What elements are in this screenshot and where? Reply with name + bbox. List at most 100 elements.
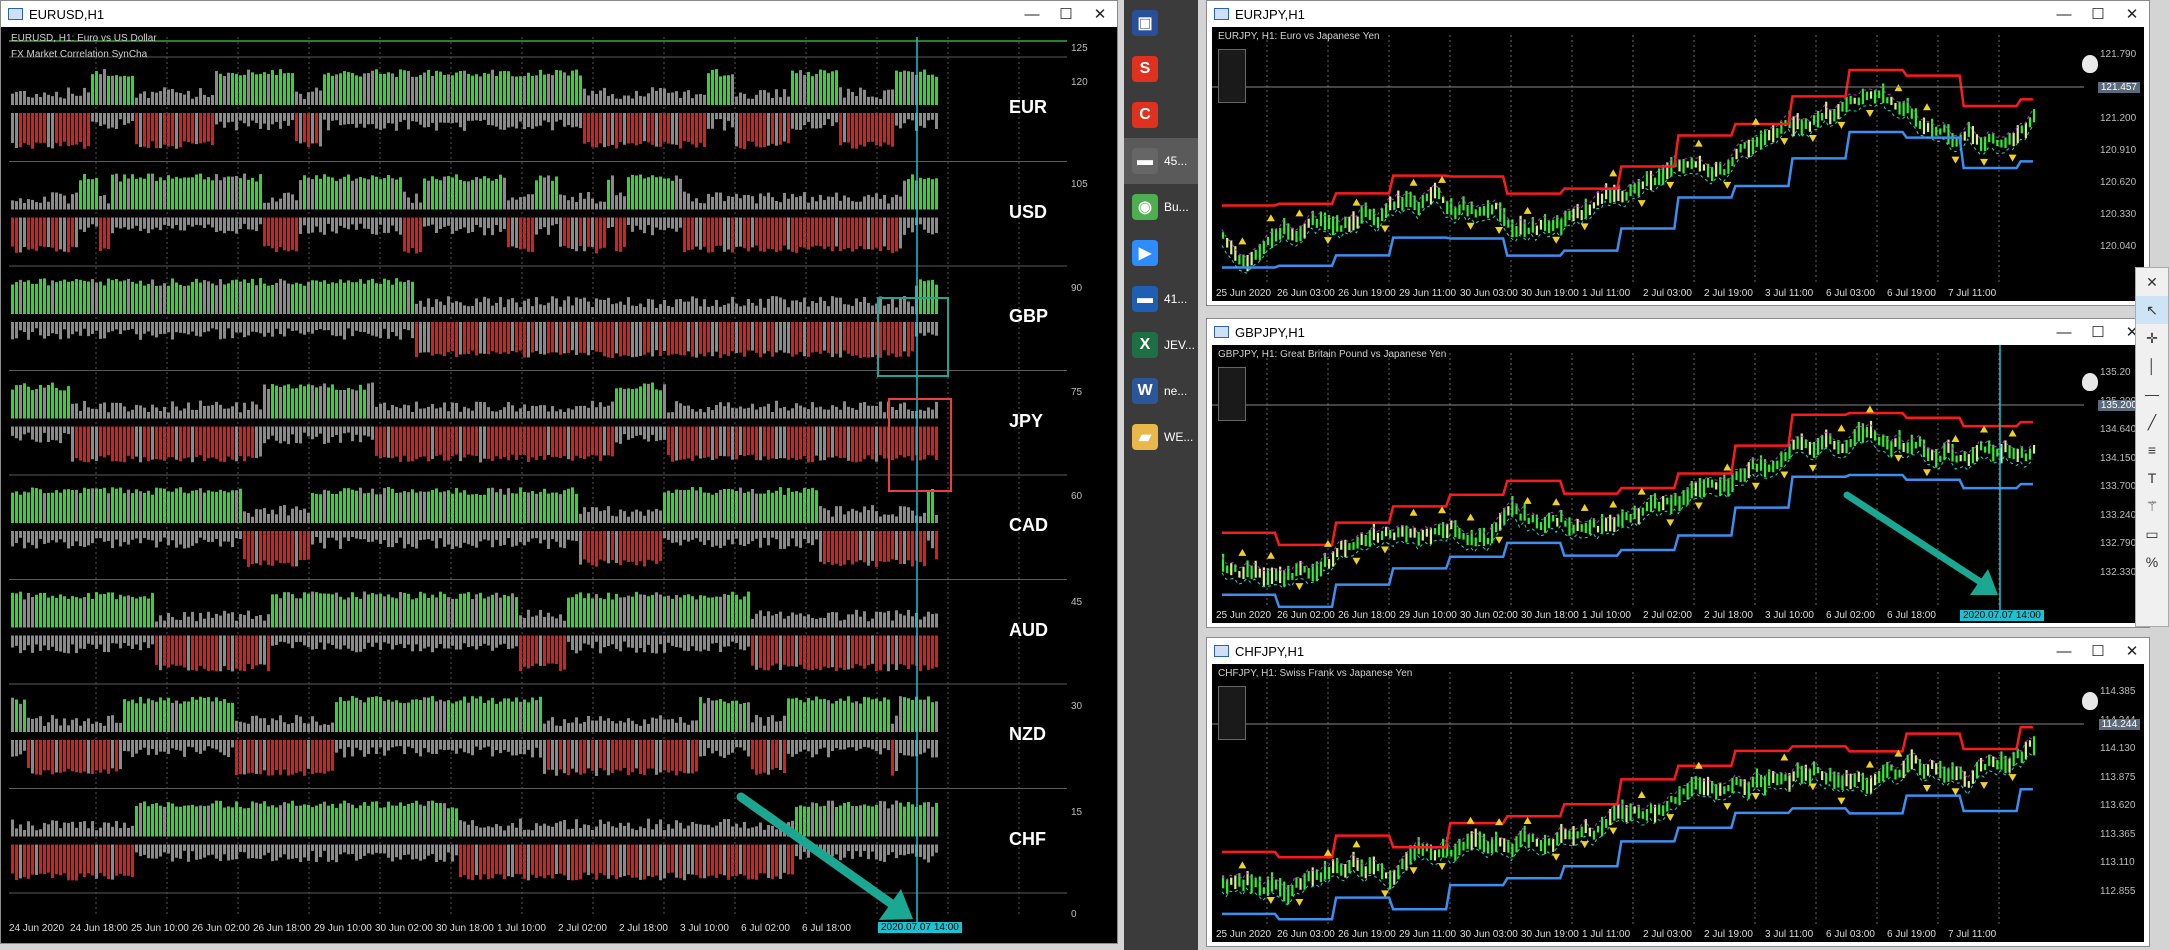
taskbar-item[interactable]: S [1124,46,1198,92]
neutral-bar [599,635,602,654]
correlation-chart[interactable]: EURUSD, H1: Euro vs US Dollar FX Market … [1,27,1117,943]
chart-window-0[interactable]: EURJPY,H1— ☐ ✕ EURJPY, H1: Euro vs Japanese… [1206,0,2150,306]
correlation-bar [803,322,806,357]
neutral-bar [407,322,410,331]
neutral-bar [131,825,134,837]
trend-line-icon[interactable]: ╱ [2136,408,2168,436]
maximize-button[interactable]: ☐ [1049,1,1083,27]
neutral-bar [795,113,798,130]
neutral-bar [547,113,550,123]
close-button[interactable]: ✕ [2115,638,2149,664]
candle [1348,859,1351,874]
crosshair-tool-icon[interactable]: ✛ [2136,324,2168,352]
taskbar-item[interactable]: C [1124,92,1198,138]
correlation-bar [419,217,422,253]
correlation-bar [151,804,154,837]
candle [1295,230,1298,243]
taskbar-item[interactable]: X JEV... [1124,322,1198,368]
window-titlebar[interactable]: EURUSD,H1 — ☐ ✕ [1,1,1117,27]
correlation-bar [771,844,774,880]
neutral-bar [555,298,558,314]
gann-tool-icon[interactable]: ⚚ [2136,492,2168,520]
taskbar-item[interactable]: ▬ 41... [1124,276,1198,322]
close-button[interactable]: ✕ [2115,1,2149,27]
rectangle-tool-icon[interactable]: ▭ [2136,520,2168,548]
correlation-bar [875,804,878,837]
vertical-line-icon[interactable]: │ [2136,352,2168,380]
correlation-bar [579,322,582,353]
window-titlebar[interactable]: CHFJPY,H1— ☐ ✕ [1207,638,2149,664]
correlation-bar [739,426,742,456]
neutral-bar [15,828,18,837]
price-chart[interactable]: EURJPY, H1: Euro vs Japanese Yen 121.790 1… [1212,27,2144,301]
neutral-bar [191,98,194,105]
correlation-bar [487,488,490,523]
neutral-bar [903,217,906,235]
neutral-bar [579,298,582,314]
price-scale-label: 60 [1071,491,1083,502]
taskbar-item[interactable]: ▣ [1124,0,1198,46]
correlation-bar [203,806,206,837]
candle [1527,517,1530,525]
crosshair-link-button[interactable] [1218,686,1246,740]
chart-window-1[interactable]: GBPJPY,H1— ☐ ✕ GBPJPY, H1: Great Britain Po… [1206,318,2150,628]
correlation-bar [315,175,318,210]
neutral-bar [479,113,482,121]
neutral-bar [859,512,862,523]
taskbar-item[interactable]: ▰ WE... [1124,414,1198,460]
taskbar-item[interactable]: ◉ Bu... [1124,184,1198,230]
taskbar-item[interactable]: Wne... [1124,368,1198,414]
horizontal-line-icon[interactable]: — [2136,380,2168,408]
neutral-bar [287,724,290,732]
maximize-button[interactable]: ☐ [2081,319,2115,345]
correlation-bar [383,701,386,732]
neutral-bar [691,720,694,732]
correlation-bar [43,740,46,771]
minimize-button[interactable]: — [2047,319,2081,345]
correlation-bar [231,73,234,105]
correlation-bar [67,489,70,523]
text-tool-icon[interactable]: T [2136,464,2168,492]
neutral-bar [119,828,122,837]
shapes-tool-icon[interactable]: % [2136,548,2168,576]
chart-window-2[interactable]: CHFJPY,H1— ☐ ✕ CHFJPY, H1: Swiss Frank vs J… [1206,637,2150,947]
close-icon[interactable]: ✕ [2136,268,2168,296]
candle [1429,187,1433,205]
maximize-button[interactable]: ☐ [2081,638,2115,664]
correlation-bar [711,494,714,523]
neutral-bar [39,635,42,651]
price-chart[interactable]: GBPJPY, H1: Great Britain Pound vs Japan… [1212,345,2144,623]
correlation-bar [571,322,574,351]
cursor-tool-icon[interactable]: ↖ [2136,296,2168,324]
crosshair-link-button[interactable] [1218,49,1246,103]
minimize-button[interactable]: — [2047,1,2081,27]
neutral-bar [419,740,422,757]
minimize-button[interactable]: — [2047,638,2081,664]
neutral-bar [255,217,258,232]
neutral-bar [35,718,38,732]
price-chart[interactable]: CHFJPY, H1: Swiss Frank vs Japanese Yen 1… [1212,664,2144,942]
candle [1222,553,1225,572]
neutral-bar [411,411,414,419]
neutral-bar [163,531,166,538]
window-titlebar[interactable]: EURJPY,H1— ☐ ✕ [1207,1,2149,27]
correlation-bars-svg [9,37,1067,922]
neutral-bar [927,322,930,333]
taskbar-item[interactable]: ▬ 45... [1124,138,1198,184]
correlation-bar [471,426,474,456]
neutral-bar [867,621,870,628]
close-button[interactable]: ✕ [1083,1,1117,27]
correlation-bar [723,701,726,732]
eurusd-chart-window[interactable]: EURUSD,H1 — ☐ ✕ EURUSD, H1: Euro vs US D… [0,0,1118,944]
neutral-bar [619,635,622,652]
correlation-bar [767,740,770,775]
crosshair-link-button[interactable] [1218,367,1246,421]
minimize-button[interactable]: — [1015,1,1049,27]
window-titlebar[interactable]: GBPJPY,H1— ☐ ✕ [1207,319,2149,345]
neutral-bar [823,617,826,628]
taskbar-item[interactable]: ▶ [1124,230,1198,276]
fibonacci-icon[interactable]: ≡ [2136,436,2168,464]
neutral-bar [507,531,510,539]
neutral-bar [635,306,638,314]
maximize-button[interactable]: ☐ [2081,1,2115,27]
